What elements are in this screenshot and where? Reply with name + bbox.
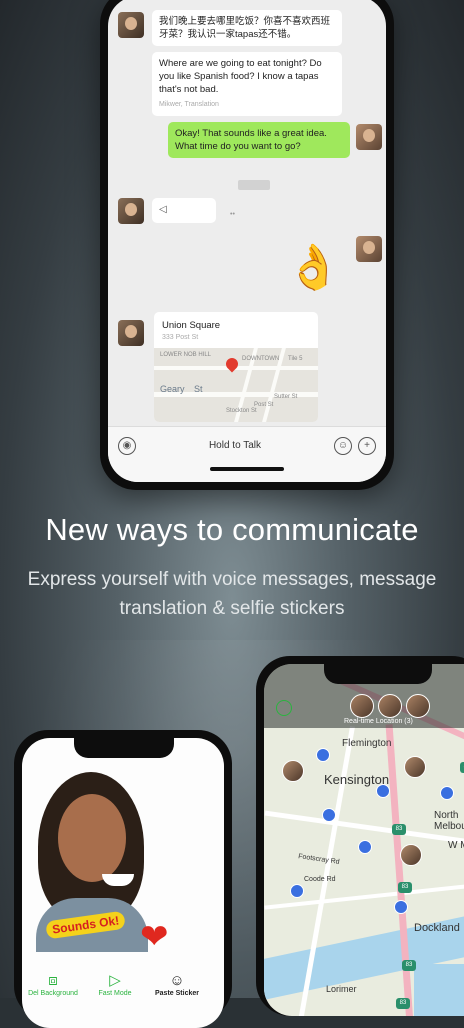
poi-marker-icon[interactable]	[316, 748, 330, 762]
my-avatar[interactable]	[356, 124, 382, 150]
voice-icon[interactable]: ◉	[118, 437, 136, 455]
plus-icon[interactable]: +	[358, 437, 376, 455]
reply-bubble[interactable]: Okay! That sounds like a great idea. Wha…	[168, 122, 350, 158]
play-forward-icon: ▷	[109, 972, 121, 989]
participant-avatar[interactable]	[350, 694, 374, 718]
promo-subline-text: Express yourself with voice messages, me…	[27, 569, 437, 619]
highway-shield: 83	[396, 998, 410, 1009]
location-card[interactable]: Union Square 333 Post St LOWER NOB HILL …	[154, 312, 318, 422]
del-background-button[interactable]: ⧈ Del Background	[22, 972, 84, 997]
location-map: LOWER NOB HILL DOWNTOWN Geary St Post St…	[154, 348, 318, 422]
contact-avatar[interactable]	[118, 198, 144, 224]
ok-hand-sticker[interactable]: 👌	[286, 242, 341, 294]
paste-sticker-button[interactable]: ☺ Paste Sticker	[146, 972, 208, 997]
poi-marker-icon[interactable]	[394, 900, 408, 914]
back-icon[interactable]	[276, 700, 292, 716]
participant-avatar[interactable]	[378, 694, 402, 718]
voice-wave-icon: ◁	[159, 204, 167, 215]
location-share-screen: Real-time Location (3) Flemington Kensin…	[264, 664, 464, 1016]
location-address: 333 Post St	[162, 334, 199, 341]
realtime-location-label: Real-time Location (3)	[344, 718, 413, 725]
home-indicator	[210, 467, 284, 471]
fast-mode-label: Fast Mode	[98, 990, 132, 997]
phone-notch	[324, 664, 432, 684]
timestamp-chip	[238, 180, 270, 190]
map-label: LOWER NOB HILL	[160, 352, 212, 358]
map-label: DOWNTOWN	[242, 356, 280, 362]
map-label: Geary	[160, 384, 185, 394]
highway-shield: 83	[460, 762, 464, 773]
highway-shield: 83	[398, 882, 412, 893]
participant-avatar[interactable]	[406, 694, 430, 718]
contact-avatar[interactable]	[118, 12, 144, 38]
poi-marker-icon[interactable]	[322, 808, 336, 822]
map-label: Dockland	[414, 922, 460, 934]
friend-location-avatar[interactable]	[282, 760, 304, 782]
location-share-header: Real-time Location (3)	[264, 664, 464, 728]
fast-mode-button[interactable]: ▷ Fast Mode	[84, 972, 146, 997]
promo-subline: Express yourself with voice messages, me…	[0, 565, 464, 623]
friend-location-avatar[interactable]	[404, 756, 426, 778]
smiley-icon[interactable]: ☺	[334, 437, 352, 455]
translation-bubble[interactable]: Where are we going to eat tonight? Do yo…	[152, 52, 342, 116]
map-label: W Melb	[448, 840, 464, 851]
highway-shield: 83	[392, 824, 406, 835]
phone-sticker-editor: Sounds Ok! ❤ ⧈ Del Background ▷ Fast Mod…	[14, 730, 232, 1028]
harbour	[414, 964, 464, 1016]
map-label: Lorimer	[326, 984, 357, 994]
heart-sticker-icon: ❤	[140, 918, 169, 956]
poi-marker-icon[interactable]	[290, 884, 304, 898]
phone-chat: 我们晚上要去哪里吃饭？你喜不喜欢西班牙菜？我认识一家tapas还不错。 Wher…	[100, 0, 394, 490]
my-avatar[interactable]	[356, 236, 382, 262]
translation-source: Mikwer, Translation	[159, 101, 219, 108]
chat-screen: 我们晚上要去哪里吃饭？你喜不喜欢西班牙菜？我认识一家tapas还不错。 Wher…	[108, 0, 386, 482]
chinese-message-text: 我们晚上要去哪里吃饭？你喜不喜欢西班牙菜？我认识一家tapas还不错。	[159, 16, 331, 40]
map-label: Sutter St	[274, 394, 298, 400]
map-label: Flemington	[342, 738, 392, 749]
person-frame-icon: ⧈	[48, 972, 58, 989]
reply-text: Okay! That sounds like a great idea. Wha…	[175, 128, 327, 152]
map-label: Coode Rd	[304, 876, 336, 883]
map-label: Footscray Rd	[297, 853, 340, 866]
sticker-editor-screen: Sounds Ok! ❤ ⧈ Del Background ▷ Fast Mod…	[22, 738, 224, 1028]
map-label: Stockton St	[226, 408, 257, 414]
poi-marker-icon[interactable]	[440, 786, 454, 800]
contact-avatar[interactable]	[118, 320, 144, 346]
phone-location-share: Real-time Location (3) Flemington Kensin…	[256, 656, 464, 1016]
translation-text: Where are we going to eat tonight? Do yo…	[159, 58, 322, 95]
location-title: Union Square	[162, 320, 221, 331]
friend-location-avatar[interactable]	[400, 844, 422, 866]
map-label: North Melbou	[434, 810, 464, 832]
chinese-message-bubble[interactable]: 我们晚上要去哪里吃饭？你喜不喜欢西班牙菜？我认识一家tapas还不错。	[152, 10, 342, 46]
poi-marker-icon[interactable]	[376, 784, 390, 798]
voice-message-bubble[interactable]: ◁	[152, 198, 216, 223]
highway-shield: 83	[402, 960, 416, 971]
voice-duration: ••	[230, 211, 235, 218]
promo-headline: New ways to communicate	[45, 512, 419, 547]
chat-input-bar: ◉ Hold to Talk ☺ +	[108, 426, 386, 482]
smiley-icon: ☺	[169, 972, 185, 989]
map-label: St	[194, 384, 203, 394]
selfie-sticker[interactable]: Sounds Ok! ❤	[32, 772, 169, 954]
paste-sticker-label: Paste Sticker	[155, 990, 199, 997]
map-label: Tile 5	[288, 356, 303, 362]
hold-to-talk-button[interactable]: Hold to Talk	[142, 433, 328, 459]
phone-notch	[74, 738, 174, 758]
sticker-toolbar: ⧈ Del Background ▷ Fast Mode ☺ Paste Sti…	[22, 972, 224, 1028]
poi-marker-icon[interactable]	[358, 840, 372, 854]
del-background-label: Del Background	[28, 990, 78, 997]
